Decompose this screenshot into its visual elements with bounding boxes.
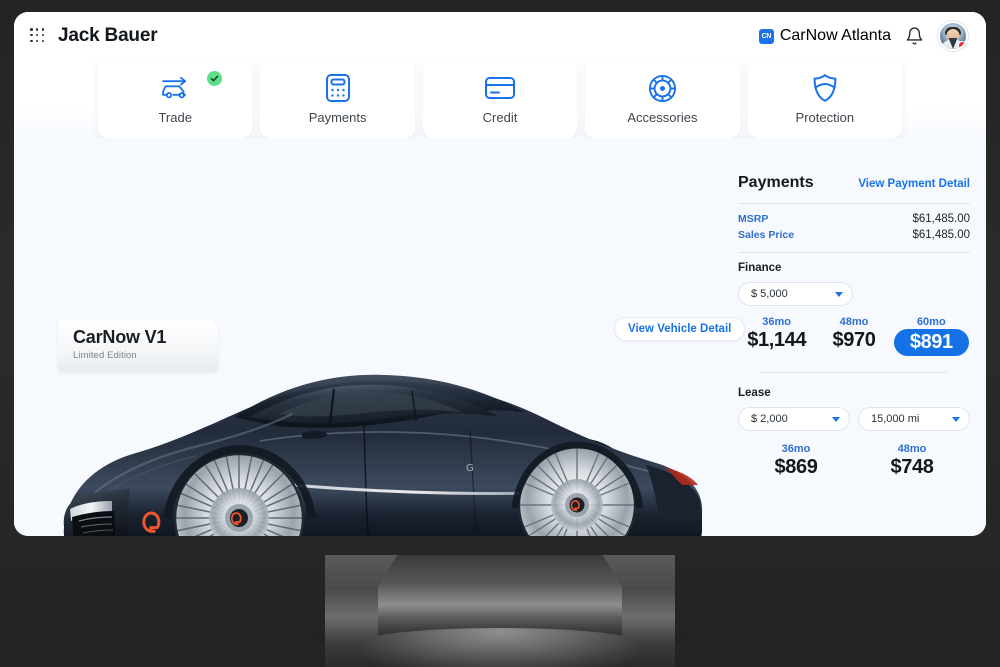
term-amount: $748 xyxy=(890,456,934,478)
monitor-stand-base xyxy=(360,628,640,667)
dealer-name: CarNow Atlanta xyxy=(779,27,891,44)
finance-down-payment-select[interactable]: $ 5,000 xyxy=(738,282,853,306)
shield-icon xyxy=(812,73,838,103)
payments-title: Payments xyxy=(738,174,814,191)
term-amount: $869 xyxy=(774,456,818,478)
term-length: 60mo xyxy=(916,316,946,328)
nav-card-row: Trade Payments Credit Accessories Protec… xyxy=(14,60,986,138)
payments-panel: Payments View Payment Detail MSRP $61,48… xyxy=(720,138,986,536)
term-length: 36mo xyxy=(781,443,811,455)
price-label: Sales Price xyxy=(738,229,795,241)
vehicle-subtitle: Limited Edition xyxy=(73,350,137,361)
term-length: 48mo xyxy=(839,316,869,328)
term-amount: $1,144 xyxy=(747,329,807,351)
lease-selects: $ 2,000 15,000 mi xyxy=(738,407,970,431)
finance-section-label: Finance xyxy=(738,262,782,274)
finance-term-36mo[interactable]: 36mo $1,144 xyxy=(738,316,815,356)
grid-dots-icon[interactable] xyxy=(30,28,46,44)
lease-down-payment-value: $ 2,000 xyxy=(751,413,788,425)
main-content: G CarNow V1 Limited Edition View Vehicle… xyxy=(14,138,986,536)
finance-term-60mo-selected[interactable]: 60mo $891 xyxy=(893,316,970,356)
monitor-stand-top xyxy=(378,555,622,635)
avatar[interactable] xyxy=(938,21,968,51)
lease-down-payment-select[interactable]: $ 2,000 xyxy=(738,407,850,431)
lease-terms: 36mo $869 48mo $748 xyxy=(738,443,970,479)
app-screen: Jack Bauer CN CarNow Atlanta Trade Payme… xyxy=(14,12,986,536)
nav-card-label: Protection xyxy=(795,110,855,125)
nav-card-protection[interactable]: Protection xyxy=(747,60,903,138)
nav-card-accessories[interactable]: Accessories xyxy=(585,60,740,138)
carnow-logo-icon: CN xyxy=(758,28,774,44)
lease-section-label: Lease xyxy=(738,387,771,399)
svg-text:G: G xyxy=(466,463,474,474)
top-bar: Jack Bauer CN CarNow Atlanta xyxy=(14,12,986,60)
finance-terms: 36mo $1,144 48mo $970 60mo $891 xyxy=(738,316,970,356)
nav-card-label: Trade xyxy=(158,110,192,125)
price-row-msrp: MSRP $61,485.00 xyxy=(738,213,970,225)
chevron-down-icon xyxy=(835,291,843,297)
lease-mileage-select[interactable]: 15,000 mi xyxy=(858,407,970,431)
term-amount[interactable]: $891 xyxy=(893,329,969,356)
nav-card-label: Accessories xyxy=(627,110,698,125)
dealer-chip[interactable]: CN CarNow Atlanta xyxy=(758,27,891,45)
price-value: $61,485.00 xyxy=(912,229,970,241)
nav-card-label: Credit xyxy=(482,110,518,125)
lease-mileage-value: 15,000 mi xyxy=(871,413,920,425)
chevron-down-icon xyxy=(832,416,840,422)
vehicle-title: CarNow V1 xyxy=(73,327,167,347)
wheel-icon xyxy=(648,73,677,103)
term-length: 36mo xyxy=(762,316,792,328)
page-title: Jack Bauer xyxy=(58,25,158,46)
finance-term-48mo[interactable]: 48mo $970 xyxy=(815,316,892,356)
price-label: MSRP xyxy=(738,213,769,225)
price-row-sales-price: Sales Price $61,485.00 xyxy=(738,229,970,241)
finance-down-payment-value: $ 5,000 xyxy=(751,288,788,300)
trade-car-arrow-icon xyxy=(158,73,192,103)
credit-card-icon xyxy=(484,73,516,103)
chevron-down-icon xyxy=(952,416,960,422)
lease-term-48mo[interactable]: 48mo $748 xyxy=(854,443,970,479)
divider xyxy=(738,203,970,204)
vehicle-name-badge: CarNow V1 Limited Edition xyxy=(58,320,218,372)
nav-card-credit[interactable]: Credit xyxy=(422,60,578,138)
price-value: $61,485.00 xyxy=(912,213,970,225)
divider xyxy=(760,372,948,373)
bell-icon[interactable] xyxy=(905,26,924,46)
term-length: 48mo xyxy=(897,443,927,455)
payments-header: Payments View Payment Detail xyxy=(738,174,970,192)
view-payment-detail-button[interactable]: View Payment Detail xyxy=(858,178,970,190)
term-amount: $970 xyxy=(832,329,876,351)
lease-term-36mo[interactable]: 36mo $869 xyxy=(738,443,854,479)
nav-card-payments[interactable]: Payments xyxy=(260,60,415,138)
nav-card-label: Payments xyxy=(308,110,367,125)
nav-card-trade[interactable]: Trade xyxy=(98,60,253,138)
check-icon xyxy=(207,71,223,86)
status-badge xyxy=(958,41,966,49)
divider xyxy=(738,252,970,253)
calculator-icon xyxy=(325,73,351,103)
top-bar-right: CN CarNow Atlanta xyxy=(758,21,968,51)
